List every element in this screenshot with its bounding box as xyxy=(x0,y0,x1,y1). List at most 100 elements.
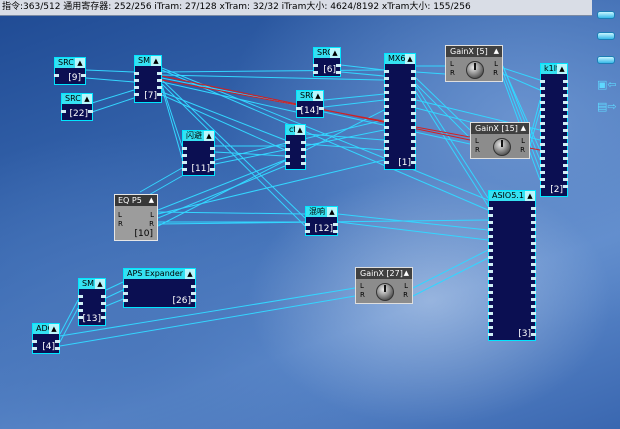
port-pin[interactable] xyxy=(411,161,416,164)
port-pin[interactable] xyxy=(384,147,389,150)
port-pin[interactable] xyxy=(488,256,493,259)
port-pin[interactable] xyxy=(301,155,306,158)
port-pin[interactable] xyxy=(411,70,416,73)
port-pin[interactable] xyxy=(384,140,389,143)
port-pin[interactable] xyxy=(411,147,416,150)
port-pin[interactable] xyxy=(78,316,83,319)
port-pin[interactable] xyxy=(531,249,536,252)
port-pin[interactable] xyxy=(384,112,389,115)
menu-lines-icon[interactable] xyxy=(597,32,615,40)
port-pin[interactable] xyxy=(563,171,568,174)
aps-expander-module[interactable]: APS Expander ▲ [26] xyxy=(123,268,196,308)
port-pin[interactable] xyxy=(182,154,187,157)
port-pin[interactable] xyxy=(123,292,128,295)
port-pin[interactable] xyxy=(488,235,493,238)
port-pin[interactable] xyxy=(101,295,106,298)
port-pin[interactable] xyxy=(411,77,416,80)
port-pin[interactable] xyxy=(540,150,545,153)
gainx-module-27[interactable]: GainX [27] ▲ L R L R xyxy=(355,267,413,304)
module-header[interactable]: k1lt ▲ xyxy=(541,64,567,74)
cf-module[interactable]: cf ▲ xyxy=(285,124,306,170)
port-pin[interactable] xyxy=(540,122,545,125)
sm-module-13[interactable]: SM ▲ [13] xyxy=(78,278,106,326)
port-pin[interactable] xyxy=(134,79,139,82)
port-pin[interactable] xyxy=(531,284,536,287)
port-pin[interactable] xyxy=(531,298,536,301)
port-pin[interactable] xyxy=(32,347,37,350)
port-pin[interactable] xyxy=(540,185,545,188)
collapse-arrow-icon[interactable]: ▲ xyxy=(95,279,105,289)
k1lt-module[interactable]: k1lt ▲ [2] xyxy=(540,63,568,197)
src-module-6[interactable]: SRC ▲ [6] xyxy=(313,47,341,77)
module-header[interactable]: ADC ▲ xyxy=(33,324,59,334)
port-pin[interactable] xyxy=(563,157,568,160)
port-pin[interactable] xyxy=(531,305,536,308)
port-pin[interactable] xyxy=(540,136,545,139)
port-pin[interactable] xyxy=(384,119,389,122)
port-pin[interactable] xyxy=(540,115,545,118)
port-pin[interactable] xyxy=(540,87,545,90)
port-pin[interactable] xyxy=(531,312,536,315)
port-pin[interactable] xyxy=(301,148,306,151)
port-pin[interactable] xyxy=(488,221,493,224)
port-pin[interactable] xyxy=(157,72,162,75)
port-pin[interactable] xyxy=(123,299,128,302)
port-pin[interactable] xyxy=(488,263,493,266)
port-pin[interactable] xyxy=(411,105,416,108)
module-header[interactable]: SM ▲ xyxy=(135,56,161,66)
module-header[interactable]: cf ▲ xyxy=(286,125,305,135)
port-pin[interactable] xyxy=(488,277,493,280)
module-header[interactable]: GainX [27] ▲ xyxy=(356,268,412,279)
collapse-arrow-icon[interactable]: ▲ xyxy=(330,48,340,58)
src-module-14[interactable]: SRC ▲ [14] xyxy=(296,90,324,118)
port-pin[interactable] xyxy=(540,178,545,181)
port-pin[interactable] xyxy=(488,319,493,322)
module-header[interactable]: GainX [5] ▲ xyxy=(446,46,502,57)
port-pin[interactable] xyxy=(531,319,536,322)
collapse-arrow-icon[interactable]: ▲ xyxy=(327,207,337,217)
collapse-arrow-icon[interactable]: ▲ xyxy=(295,125,305,135)
gain-knob-icon[interactable] xyxy=(466,61,484,79)
gainx-module-15[interactable]: GainX [15] ▲ L R L R xyxy=(470,122,530,159)
port-pin[interactable] xyxy=(488,214,493,217)
port-pin[interactable] xyxy=(333,230,338,233)
port-pin[interactable] xyxy=(531,263,536,266)
port-pin[interactable] xyxy=(411,91,416,94)
module-header[interactable]: EQ P5 ▲ xyxy=(115,195,157,206)
port-pin[interactable] xyxy=(157,79,162,82)
module-header[interactable]: SRC ▲ xyxy=(314,48,340,58)
port-pin[interactable] xyxy=(210,161,215,164)
port-pin[interactable] xyxy=(540,171,545,174)
sm-module-7[interactable]: SM ▲ [7] xyxy=(134,55,162,103)
port-pin[interactable] xyxy=(411,84,416,87)
port-pin[interactable] xyxy=(563,87,568,90)
port-pin[interactable] xyxy=(384,70,389,73)
port-pin[interactable] xyxy=(488,291,493,294)
port-pin[interactable] xyxy=(531,228,536,231)
collapse-arrow-icon[interactable]: ▲ xyxy=(557,64,567,74)
port-pin[interactable] xyxy=(488,312,493,315)
eq-p5-module[interactable]: EQ P5 ▲ L R L R [10] xyxy=(114,194,158,241)
port-pin[interactable] xyxy=(336,64,341,67)
port-pin[interactable] xyxy=(531,256,536,259)
port-pin[interactable] xyxy=(563,136,568,139)
port-pin[interactable] xyxy=(32,340,37,343)
port-pin[interactable] xyxy=(488,284,493,287)
port-pin[interactable] xyxy=(563,115,568,118)
collapse-arrow-icon[interactable]: ▲ xyxy=(313,91,323,101)
port-pin[interactable] xyxy=(488,305,493,308)
port-pin[interactable] xyxy=(531,333,536,336)
port-pin[interactable] xyxy=(411,98,416,101)
port-pin[interactable] xyxy=(411,126,416,129)
port-pin[interactable] xyxy=(411,133,416,136)
module-header[interactable]: APS Expander ▲ xyxy=(124,269,195,279)
port-pin[interactable] xyxy=(81,74,86,77)
collapse-arrow-icon[interactable]: ▲ xyxy=(525,191,535,201)
port-pin[interactable] xyxy=(531,221,536,224)
menu-lines-icon[interactable] xyxy=(597,56,615,64)
port-pin[interactable] xyxy=(384,84,389,87)
port-pin[interactable] xyxy=(488,242,493,245)
port-pin[interactable] xyxy=(540,101,545,104)
port-pin[interactable] xyxy=(531,277,536,280)
port-pin[interactable] xyxy=(182,168,187,171)
